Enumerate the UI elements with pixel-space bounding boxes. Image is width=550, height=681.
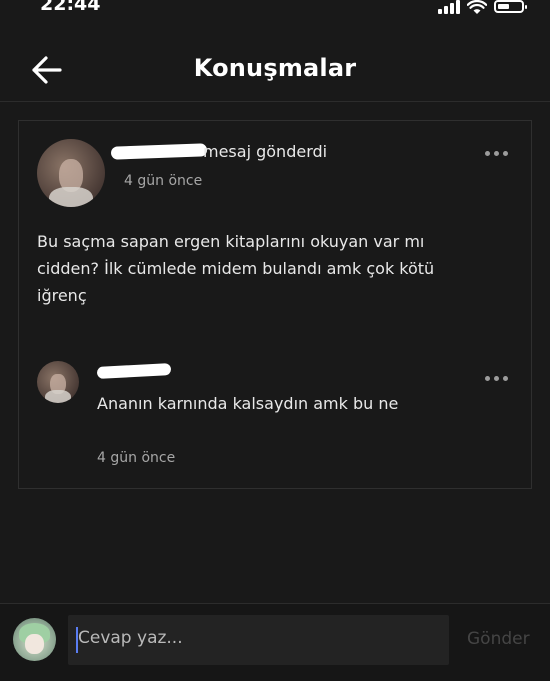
status-time: 22:44 bbox=[40, 0, 101, 15]
more-options-button[interactable] bbox=[485, 146, 515, 160]
my-avatar bbox=[13, 618, 56, 661]
action-text: mesaj gönderdi bbox=[203, 142, 328, 161]
reply-more-options-button[interactable] bbox=[485, 371, 515, 385]
send-button[interactable]: Gönder bbox=[467, 629, 530, 649]
battery-icon bbox=[494, 0, 527, 13]
signal-icon bbox=[438, 0, 460, 14]
reply-avatar[interactable] bbox=[37, 361, 79, 403]
page-title: Konuşmalar bbox=[193, 54, 357, 82]
reply-timestamp: 4 gün önce bbox=[97, 450, 176, 466]
wifi-icon bbox=[467, 0, 487, 14]
more-dots-icon bbox=[485, 375, 490, 381]
reply-placeholder: Cevap yaz... bbox=[78, 628, 183, 648]
conversation-card: mesaj gönderdi 4 gün önce Bu saçma sapan… bbox=[18, 120, 532, 489]
timestamp: 4 gün önce bbox=[124, 173, 203, 189]
status-bar: 22:44 bbox=[0, 0, 550, 22]
avatar[interactable] bbox=[37, 139, 105, 207]
header: Konuşmalar bbox=[0, 38, 550, 102]
status-icons bbox=[438, 0, 527, 16]
reply-message-text: Ananın karnında kalsaydın amk bu ne bbox=[97, 394, 399, 413]
reply-input[interactable]: Cevap yaz... bbox=[68, 615, 449, 665]
redacted-reply-username bbox=[96, 363, 172, 379]
reply-composer: Cevap yaz... Gönder bbox=[0, 603, 550, 681]
redacted-username bbox=[110, 143, 208, 160]
message-text: Bu saçma sapan ergen kitaplarını okuyan … bbox=[37, 232, 435, 305]
more-dots-icon bbox=[485, 150, 490, 156]
